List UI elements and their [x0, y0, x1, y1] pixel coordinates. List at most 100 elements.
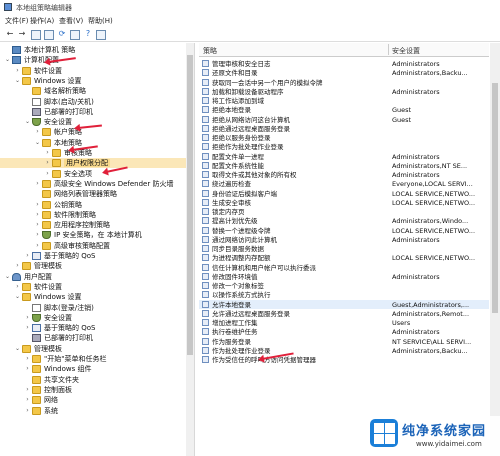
- tree-item[interactable]: › "开始"菜单和任务栏: [0, 354, 194, 364]
- expand-chevron-icon[interactable]: ›: [24, 386, 31, 394]
- tree-item[interactable]: › 软件限制策略: [0, 210, 194, 220]
- tree-item[interactable]: › 基于策略的 QoS: [0, 251, 194, 261]
- policy-row[interactable]: 拒绝本地登录 Guest: [199, 105, 489, 114]
- expand-chevron-icon[interactable]: ›: [14, 67, 21, 75]
- policy-row[interactable]: 拒绝通过远程桌面服务登录: [199, 124, 489, 133]
- policy-row[interactable]: 拒绝作为批处理作业登录: [199, 142, 489, 151]
- collapse-chevron-icon[interactable]: ⌄: [24, 118, 31, 126]
- expand-chevron-icon[interactable]: ›: [24, 396, 31, 404]
- expand-chevron-icon[interactable]: ›: [34, 231, 41, 239]
- policy-row[interactable]: 身份验证后模拟客户端 LOCAL SERVICE,NETWO...: [199, 189, 489, 198]
- expand-chevron-icon[interactable]: ›: [34, 201, 41, 209]
- policy-row[interactable]: 同步目录服务数据: [199, 244, 489, 253]
- expand-chevron-icon[interactable]: ›: [34, 211, 41, 219]
- tree-item[interactable]: › 审核策略: [0, 148, 194, 158]
- help-icon[interactable]: ?: [83, 29, 93, 39]
- tree-item[interactable]: ⌄ 计算机配置: [0, 55, 194, 65]
- tree-item[interactable]: › 高级审核策略配置: [0, 241, 194, 251]
- policy-row[interactable]: 锁定内存页: [199, 207, 489, 216]
- policy-row[interactable]: 取得文件或其他对象的所有权 Administrators: [199, 170, 489, 179]
- policy-row[interactable]: 拒绝以服务身份登录: [199, 133, 489, 142]
- refresh-icon[interactable]: ⟳: [57, 29, 67, 39]
- expand-chevron-icon[interactable]: ›: [34, 128, 41, 136]
- details-scroll-thumb[interactable]: [492, 83, 498, 313]
- menu-view[interactable]: 查看(V): [59, 16, 83, 26]
- policy-row[interactable]: 作为服务登录 NT SERVICE\ALL SERVI...: [199, 337, 489, 346]
- tree-item[interactable]: › 网络: [0, 395, 194, 405]
- console-tree-icon[interactable]: [31, 30, 41, 40]
- expand-chevron-icon[interactable]: ›: [14, 262, 21, 270]
- policy-row[interactable]: 以操作系统方式执行: [199, 290, 489, 299]
- policy-row[interactable]: 获取同一会话中另一个用户的模拟令牌: [199, 78, 489, 87]
- tree-item[interactable]: › 控制面板: [0, 385, 194, 395]
- menu-file[interactable]: 文件(F): [5, 16, 29, 26]
- tree-item[interactable]: ⌄ Windows 设置: [0, 292, 194, 302]
- expand-chevron-icon[interactable]: ›: [24, 314, 31, 322]
- policy-row[interactable]: 信任计算机和用户帐户可以执行委派: [199, 263, 489, 272]
- policy-row[interactable]: 增加进程工作集 Users: [199, 318, 489, 327]
- collapse-chevron-icon[interactable]: ⌄: [4, 273, 11, 281]
- tree-scrollbar[interactable]: [186, 43, 194, 456]
- show-hide-pane-icon[interactable]: [96, 30, 106, 40]
- tree-item[interactable]: › 帐户策略: [0, 127, 194, 137]
- expand-chevron-icon[interactable]: ›: [34, 242, 41, 250]
- tree-item[interactable]: › 安全选项: [0, 169, 194, 179]
- policy-row[interactable]: 允许通过远程桌面服务登录 Administrators,Remot...: [199, 309, 489, 318]
- collapse-chevron-icon[interactable]: ⌄: [14, 293, 21, 301]
- tree-item[interactable]: › 软件设置: [0, 282, 194, 292]
- policy-row[interactable]: 还原文件和目录 Administrators,Backu...: [199, 68, 489, 77]
- tree-item[interactable]: › 基于策略的 QoS: [0, 323, 194, 333]
- policy-row[interactable]: 执行卷维护任务 Administrators: [199, 327, 489, 336]
- tree-item[interactable]: 共享文件夹: [0, 375, 194, 385]
- policy-row[interactable]: 修改固件环境值 Administrators: [199, 272, 489, 281]
- policy-row[interactable]: 管理审核和安全日志 Administrators: [199, 59, 489, 68]
- menu-help[interactable]: 帮助(H): [88, 16, 113, 26]
- tree-item[interactable]: ⌄ 管理模板: [0, 344, 194, 354]
- policy-row[interactable]: 配置文件单一进程 Administrators: [199, 152, 489, 161]
- expand-chevron-icon[interactable]: ›: [34, 221, 41, 229]
- properties-icon[interactable]: [44, 30, 54, 40]
- policy-row[interactable]: 作为受信任的呼叫方访问凭据管理器: [199, 355, 489, 364]
- expand-chevron-icon[interactable]: ›: [24, 324, 31, 332]
- policy-row[interactable]: 配置文件系统性能 Administrators,NT SE...: [199, 161, 489, 170]
- expand-chevron-icon[interactable]: ›: [44, 159, 51, 167]
- back-arrow-icon[interactable]: ←: [5, 29, 15, 39]
- tree-item[interactable]: › 安全设置: [0, 313, 194, 323]
- expand-chevron-icon[interactable]: ›: [44, 170, 51, 178]
- tree-scroll-thumb[interactable]: [187, 55, 193, 355]
- tree-item[interactable]: › 公钥策略: [0, 200, 194, 210]
- policy-row[interactable]: 替换一个进程级令牌 LOCAL SERVICE,NETWO...: [199, 226, 489, 235]
- tree-item[interactable]: 脚本(登录/注销): [0, 303, 194, 313]
- policy-row[interactable]: 拒绝从网络访问这台计算机 Guest: [199, 115, 489, 124]
- tree-item[interactable]: › 用户权限分配: [0, 158, 194, 169]
- policy-row[interactable]: 加载和卸载设备驱动程序 Administrators: [199, 87, 489, 96]
- policy-row[interactable]: 修改一个对象标签: [199, 281, 489, 290]
- column-policy[interactable]: 策略: [203, 46, 217, 56]
- tree-item[interactable]: 脚本(启动/关机): [0, 97, 194, 107]
- details-scrollbar[interactable]: [490, 43, 500, 456]
- tree-item[interactable]: › 高级安全 Windows Defender 防火墙: [0, 179, 194, 189]
- tree-item[interactable]: › 系统: [0, 406, 194, 416]
- tree-item[interactable]: 本地计算机 策略: [0, 45, 194, 55]
- collapse-chevron-icon[interactable]: ⌄: [4, 56, 11, 64]
- tree-item[interactable]: › 管理模板: [0, 261, 194, 271]
- collapse-chevron-icon[interactable]: ⌄: [14, 345, 21, 353]
- expand-chevron-icon[interactable]: ›: [14, 283, 21, 291]
- tree-item[interactable]: › Windows 组件: [0, 364, 194, 374]
- expand-chevron-icon[interactable]: ›: [34, 180, 41, 188]
- tree-item[interactable]: 已部署的打印机: [0, 107, 194, 117]
- policy-row[interactable]: 生成安全审核 LOCAL SERVICE,NETWO...: [199, 198, 489, 207]
- expand-chevron-icon[interactable]: ›: [24, 355, 31, 363]
- collapse-chevron-icon[interactable]: ⌄: [14, 77, 21, 85]
- expand-chevron-icon[interactable]: ›: [24, 252, 31, 260]
- expand-chevron-icon[interactable]: ›: [24, 407, 31, 415]
- tree-item[interactable]: ⌄ Windows 设置: [0, 76, 194, 86]
- tree-item[interactable]: › IP 安全策略，在 本地计算机: [0, 230, 194, 240]
- column-divider[interactable]: [388, 44, 389, 55]
- tree-item[interactable]: 已部署的打印机: [0, 333, 194, 343]
- policy-row[interactable]: 为进程调整内存配额 LOCAL SERVICE,NETWO...: [199, 253, 489, 262]
- policy-row[interactable]: 将工作站添加到域: [199, 96, 489, 105]
- expand-chevron-icon[interactable]: ›: [44, 149, 51, 157]
- forward-arrow-icon[interactable]: →: [17, 29, 27, 39]
- collapse-chevron-icon[interactable]: ⌄: [34, 139, 41, 147]
